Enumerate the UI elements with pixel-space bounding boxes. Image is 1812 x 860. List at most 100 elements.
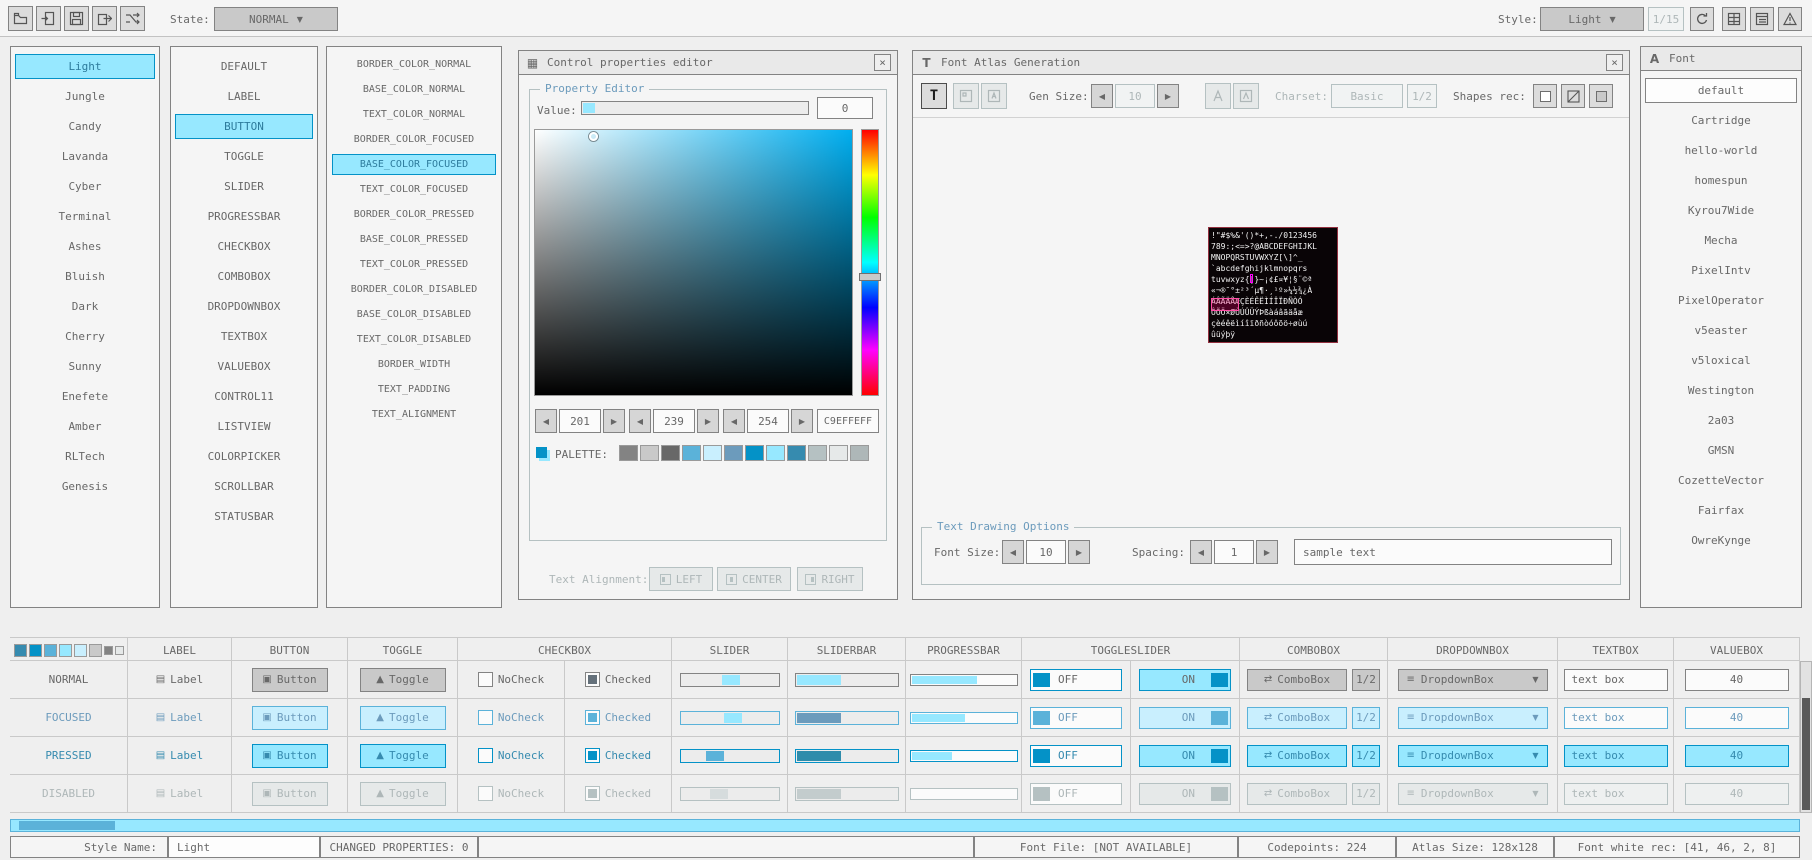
state-dropdown[interactable]: NORMAL ▼ bbox=[214, 7, 338, 31]
controls-panel-button[interactable] bbox=[1750, 7, 1774, 31]
control-list-item[interactable]: CONTROL11 bbox=[175, 384, 313, 409]
font-list-item[interactable]: GMSN bbox=[1645, 438, 1797, 463]
font-list-item[interactable]: PixelIntv bbox=[1645, 258, 1797, 283]
charset-page-button[interactable]: 1/2 bbox=[1407, 84, 1437, 108]
style-list-item[interactable]: Cherry bbox=[15, 324, 155, 349]
font-list-item[interactable]: OwreKynge bbox=[1645, 528, 1797, 553]
font-grid-button[interactable] bbox=[1233, 83, 1259, 109]
style-list-item[interactable]: Amber bbox=[15, 414, 155, 439]
font-list-item[interactable]: CozetteVector bbox=[1645, 468, 1797, 493]
control-list-item[interactable]: SCROLLBAR bbox=[175, 474, 313, 499]
export-style-button[interactable] bbox=[92, 6, 117, 31]
preview-textbox[interactable]: text box bbox=[1564, 707, 1668, 729]
palette-swatch[interactable] bbox=[787, 445, 806, 461]
preview-textbox[interactable]: text box bbox=[1564, 745, 1668, 767]
control-list-item[interactable]: LABEL bbox=[175, 84, 313, 109]
control-list-item[interactable]: TEXTBOX bbox=[175, 324, 313, 349]
style-list-item[interactable]: Cyber bbox=[15, 174, 155, 199]
preview-button[interactable]: ▣Button bbox=[252, 668, 328, 692]
font-text-mode-button[interactable]: T bbox=[921, 83, 947, 109]
align-center-button[interactable]: CENTER bbox=[717, 567, 791, 591]
preview-slider[interactable] bbox=[680, 673, 780, 687]
property-list-item[interactable]: BORDER_COLOR_FOCUSED bbox=[332, 129, 496, 150]
preview-button[interactable]: ▣Button bbox=[252, 706, 328, 730]
gen-size-increase-button[interactable]: ▶ bbox=[1157, 84, 1179, 108]
preview-toggle[interactable]: ▲Toggle bbox=[360, 744, 446, 768]
horizontal-scrollbar-thumb[interactable] bbox=[19, 821, 115, 830]
shapes-rec-slash-button[interactable] bbox=[1561, 84, 1585, 108]
gen-size-value-box[interactable]: 10 bbox=[1115, 84, 1155, 108]
vertical-scrollbar-thumb[interactable] bbox=[1802, 698, 1810, 810]
font-list-item[interactable]: Kyrou7Wide bbox=[1645, 198, 1797, 223]
property-list-item[interactable]: BORDER_WIDTH bbox=[332, 354, 496, 375]
control-list-item[interactable]: BUTTON bbox=[175, 114, 313, 139]
slider-handle[interactable] bbox=[724, 713, 742, 723]
font-list-item[interactable]: hello-world bbox=[1645, 138, 1797, 163]
property-list-item[interactable]: BASE_COLOR_NORMAL bbox=[332, 79, 496, 100]
preview-slider[interactable] bbox=[680, 787, 780, 801]
style-list-item[interactable]: Light bbox=[15, 54, 155, 79]
table-vertical-scrollbar[interactable] bbox=[1800, 661, 1812, 813]
hue-bar-handle[interactable] bbox=[859, 273, 881, 281]
property-list-item[interactable]: TEXT_ALIGNMENT bbox=[332, 404, 496, 425]
palette-swatch[interactable] bbox=[808, 445, 827, 461]
palette-swatch[interactable] bbox=[661, 445, 680, 461]
control-list-item[interactable]: STATUSBAR bbox=[175, 504, 313, 529]
control-list-item[interactable]: TOGGLE bbox=[175, 144, 313, 169]
style-dropdown[interactable]: Light ▼ bbox=[1540, 7, 1644, 31]
red-decrease-button[interactable]: ◀ bbox=[535, 409, 557, 433]
font-list-item[interactable]: PixelOperator bbox=[1645, 288, 1797, 313]
font-size-increase-button[interactable]: ▶ bbox=[1068, 540, 1090, 564]
preview-combobox[interactable]: ⇄ComboBox bbox=[1247, 707, 1347, 729]
preview-toggleslider-on[interactable]: ON bbox=[1139, 669, 1231, 691]
preview-sliderbar[interactable] bbox=[795, 673, 899, 687]
glyph-edit-button[interactable] bbox=[981, 83, 1007, 109]
control-list-item[interactable]: DEFAULT bbox=[175, 54, 313, 79]
preview-dropdownbox[interactable]: ≡DropdownBox▼ bbox=[1398, 669, 1548, 691]
palette-swatch[interactable] bbox=[682, 445, 701, 461]
style-list-item[interactable]: Ashes bbox=[15, 234, 155, 259]
preview-dropdownbox[interactable]: ≡DropdownBox▼ bbox=[1398, 783, 1548, 805]
preview-slider[interactable] bbox=[680, 711, 780, 725]
green-increase-button[interactable]: ▶ bbox=[697, 409, 719, 433]
font-atlas-image[interactable]: !"#$%&'()*+,-./0123456 789:;<=>?@ABCDEFG… bbox=[1208, 227, 1338, 343]
control-list-item[interactable]: CHECKBOX bbox=[175, 234, 313, 259]
preview-valuebox[interactable]: 40 bbox=[1685, 783, 1789, 805]
reload-style-button[interactable] bbox=[1690, 7, 1714, 31]
property-list-item[interactable]: BORDER_COLOR_NORMAL bbox=[332, 54, 496, 75]
property-list-item[interactable]: TEXT_PADDING bbox=[332, 379, 496, 400]
preview-toggleslider-off[interactable]: OFF bbox=[1030, 669, 1122, 691]
spacing-increase-button[interactable]: ▶ bbox=[1256, 540, 1278, 564]
control-list-item[interactable]: PROGRESSBAR bbox=[175, 204, 313, 229]
shapes-rec-empty-button[interactable] bbox=[1589, 84, 1613, 108]
load-style-button[interactable] bbox=[8, 6, 33, 31]
spacing-decrease-button[interactable]: ◀ bbox=[1190, 540, 1212, 564]
atlas-view-button[interactable] bbox=[953, 83, 979, 109]
table-horizontal-scrollbar[interactable] bbox=[10, 819, 1800, 832]
gen-size-decrease-button[interactable]: ◀ bbox=[1091, 84, 1113, 108]
preview-toggle[interactable]: ▲Toggle bbox=[360, 706, 446, 730]
preview-checkbox-unchecked[interactable] bbox=[478, 786, 493, 801]
green-value-box[interactable]: 239 bbox=[653, 409, 695, 433]
property-list-item[interactable]: BASE_COLOR_FOCUSED bbox=[332, 154, 496, 175]
property-list-item[interactable]: TEXT_COLOR_NORMAL bbox=[332, 104, 496, 125]
slider-handle[interactable] bbox=[722, 675, 740, 685]
about-button[interactable] bbox=[1778, 7, 1802, 31]
style-list-item[interactable]: Terminal bbox=[15, 204, 155, 229]
charset-dropdown[interactable]: Basic bbox=[1331, 84, 1403, 108]
style-list-item[interactable]: Bluish bbox=[15, 264, 155, 289]
blue-value-box[interactable]: 254 bbox=[747, 409, 789, 433]
blue-increase-button[interactable]: ▶ bbox=[791, 409, 813, 433]
blue-decrease-button[interactable]: ◀ bbox=[723, 409, 745, 433]
red-value-box[interactable]: 201 bbox=[559, 409, 601, 433]
palette-swatch[interactable] bbox=[766, 445, 785, 461]
preview-sliderbar[interactable] bbox=[795, 711, 899, 725]
font-list-item[interactable]: default bbox=[1645, 78, 1797, 103]
preview-toggle[interactable]: ▲Toggle bbox=[360, 668, 446, 692]
font-list-item[interactable]: 2a03 bbox=[1645, 408, 1797, 433]
import-style-button[interactable] bbox=[36, 6, 61, 31]
font-panel-titlebar[interactable]: A Font bbox=[1641, 47, 1801, 71]
properties-editor-titlebar[interactable]: ▦ Control properties editor × bbox=[519, 51, 897, 75]
style-list-item[interactable]: Candy bbox=[15, 114, 155, 139]
preview-dropdownbox[interactable]: ≡DropdownBox▼ bbox=[1398, 745, 1548, 767]
